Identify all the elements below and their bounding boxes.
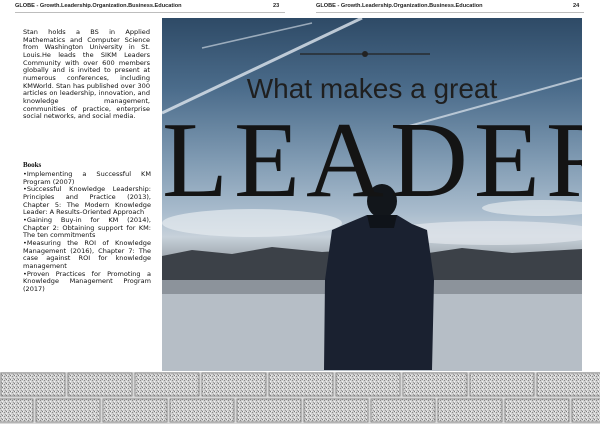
stone-block [102, 398, 168, 423]
stone-block [134, 372, 200, 397]
right-header-rule [316, 12, 584, 13]
right-page-header: GLOBE - Growth.Leadership.Organization.B… [316, 3, 483, 9]
stone-block [335, 372, 401, 397]
stone-block [469, 372, 535, 397]
stone-block [437, 398, 503, 423]
stone-block [571, 398, 600, 423]
stone-block [201, 372, 267, 397]
stone-block-pattern [0, 372, 600, 423]
leader-photo: What makes a great LEADER [162, 18, 582, 371]
books-list: •Implementing a Successful KM Program (2… [23, 170, 151, 294]
footer-strip [0, 372, 600, 424]
left-page-number: 23 [273, 3, 280, 9]
stone-block [268, 372, 334, 397]
stone-block [236, 398, 302, 423]
stone-block [0, 398, 34, 423]
stone-block [504, 398, 570, 423]
image-title: LEADER [162, 101, 582, 220]
right-page-number: 24 [573, 3, 580, 9]
stone-block [402, 372, 468, 397]
stone-block [536, 372, 600, 397]
book-item: •Implementing a Successful KM Program (2… [23, 170, 151, 186]
stone-block [35, 398, 101, 423]
book-item: •Gaining Buy-in for KM (2014), Chapter 2… [23, 215, 151, 240]
ornament-dot [362, 51, 368, 57]
stone-block [67, 372, 133, 397]
contrail-line [201, 22, 313, 49]
stone-block [370, 398, 436, 423]
left-header-rule [15, 12, 285, 13]
stone-block [169, 398, 235, 423]
book-item: •Proven Practices for Promoting a Knowle… [23, 269, 151, 293]
stone-block [0, 372, 66, 397]
books-heading: Books [23, 161, 42, 169]
author-bio: Stan holds a BS in Applied Mathematics a… [23, 28, 150, 121]
book-item: •Measuring the ROI of Knowledge Manageme… [23, 238, 151, 270]
left-page-header: GLOBE - Growth.Leadership.Organization.B… [15, 3, 182, 9]
book-item: •Successful Knowledge Leadership: Princi… [23, 185, 151, 217]
stone-block [303, 398, 369, 423]
